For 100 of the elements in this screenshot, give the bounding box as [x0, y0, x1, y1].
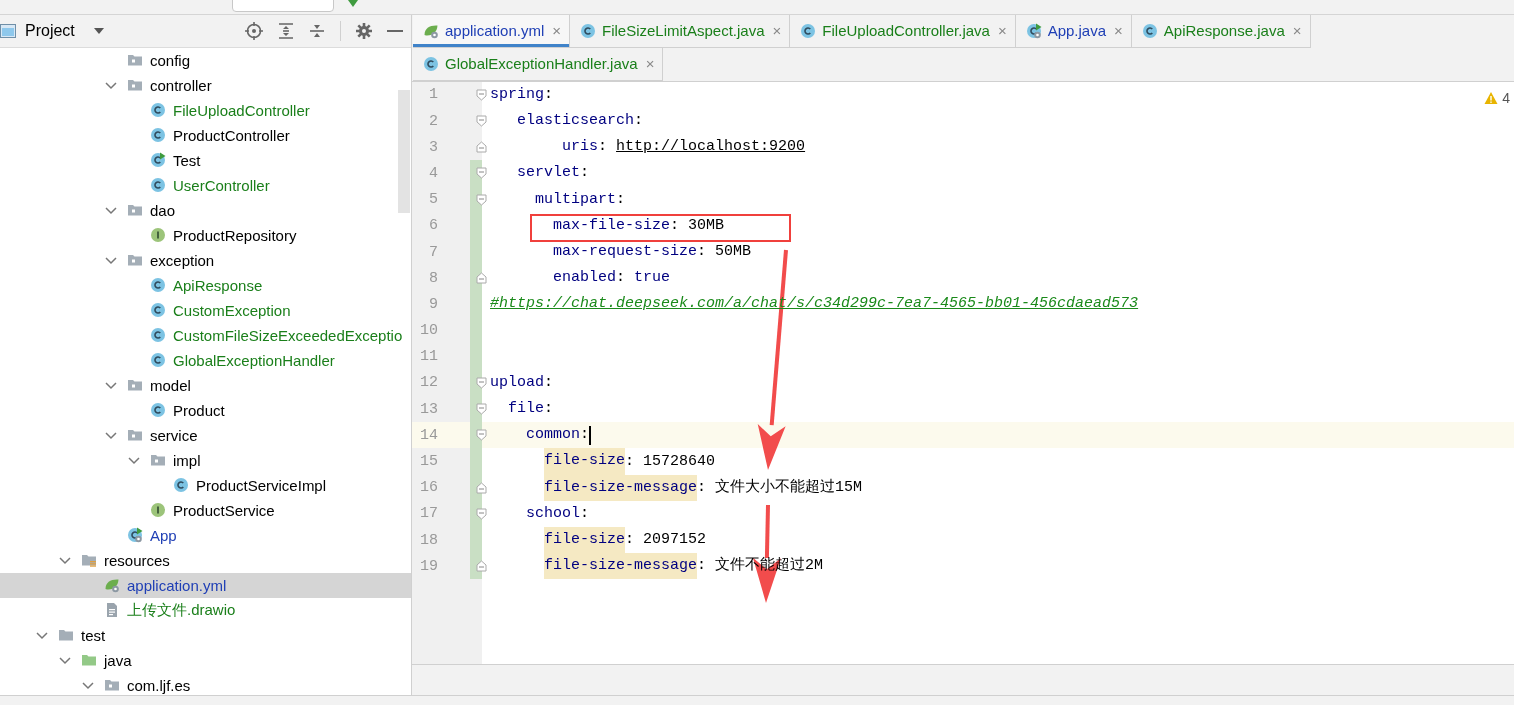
- caret-icon: [92, 26, 105, 35]
- editor-tab[interactable]: GlobalExceptionHandler.java ×: [413, 47, 664, 81]
- tree-item[interactable]: service: [0, 422, 411, 448]
- close-tab-button[interactable]: ×: [552, 22, 561, 40]
- tree-item[interactable]: ProductServiceImpl: [0, 472, 411, 498]
- code-line: servlet:: [517, 164, 590, 183]
- line-number: 14: [419, 426, 438, 444]
- package-folder-icon: [127, 377, 143, 394]
- tree-item[interactable]: controller: [0, 72, 411, 98]
- class-icon: [150, 402, 166, 419]
- editor-tab[interactable]: application.yml ×: [413, 14, 570, 48]
- line-number: 5: [428, 191, 438, 209]
- code-line: common:: [526, 426, 590, 445]
- scrollbar[interactable]: [398, 89, 410, 213]
- tree-item[interactable]: GlobalExceptionHandler: [0, 347, 411, 373]
- line-number: 4: [428, 164, 438, 182]
- tree-item[interactable]: dao: [0, 197, 411, 223]
- class-icon: [150, 177, 166, 194]
- app-class-icon: [1025, 22, 1042, 39]
- code-line: uris: http://localhost:9200: [562, 138, 806, 157]
- document-icon: [104, 602, 120, 619]
- tree-item[interactable]: Product: [0, 397, 411, 423]
- window-icon: [0, 22, 16, 39]
- tree-item[interactable]: model: [0, 372, 411, 398]
- class-icon: [423, 55, 439, 72]
- runnable-class-icon: [150, 152, 166, 169]
- interface-icon: [150, 227, 166, 244]
- tree-item[interactable]: java: [0, 647, 411, 673]
- package-folder-icon: [127, 427, 143, 444]
- code-line: file-size: 2097152: [544, 527, 707, 554]
- code-line: file-size-message: 文件大小不能超过15M: [544, 474, 863, 501]
- editor-tab[interactable]: FileUploadController.java ×: [790, 14, 1016, 48]
- warning-count[interactable]: 4: [1502, 89, 1510, 106]
- line-number: 13: [419, 400, 438, 418]
- warning-icon: [1484, 90, 1499, 105]
- tree-item[interactable]: CustomException: [0, 297, 411, 323]
- package-folder-icon: [127, 202, 143, 219]
- tree-item[interactable]: test: [0, 622, 411, 648]
- class-icon: [150, 302, 166, 319]
- collapse-all-icon: [309, 22, 325, 39]
- line-number: 10: [419, 322, 438, 340]
- interface-icon: [150, 502, 166, 519]
- package-folder-icon: [150, 452, 166, 469]
- class-icon: [150, 352, 166, 369]
- line-number: 2: [428, 112, 438, 130]
- tree-item[interactable]: resources: [0, 547, 411, 573]
- tree-item[interactable]: ProductService: [0, 497, 411, 523]
- package-folder-icon: [127, 77, 143, 94]
- tree-item[interactable]: ProductController: [0, 122, 411, 148]
- code-line: multipart:: [535, 190, 626, 209]
- leaf-icon: [423, 22, 439, 39]
- code-line: file:: [508, 400, 554, 419]
- code-line: max-file-size: 30MB: [553, 216, 725, 235]
- line-number: 17: [419, 505, 438, 523]
- line-number: 6: [428, 217, 438, 235]
- tree-item[interactable]: FileUploadController: [0, 97, 411, 123]
- editor-tab[interactable]: ApiResponse.java ×: [1131, 14, 1311, 48]
- line-number: 19: [419, 557, 438, 575]
- tree-item[interactable]: App: [0, 522, 411, 548]
- line-number: 1: [428, 86, 438, 104]
- editor-tab[interactable]: App.java ×: [1015, 14, 1132, 48]
- code-line: file-size: 15728640: [544, 448, 716, 475]
- line-number: 11: [419, 348, 438, 366]
- line-number: 9: [428, 295, 438, 313]
- expand-all-icon: [278, 22, 294, 39]
- code-line: upload:: [490, 373, 554, 392]
- locate-icon: [245, 21, 263, 40]
- panel-title[interactable]: Project: [25, 21, 75, 40]
- tree-item[interactable]: ProductRepository: [0, 222, 411, 248]
- leaf-icon: [104, 577, 120, 594]
- code-line: elasticsearch:: [517, 112, 644, 131]
- class-icon: [150, 127, 166, 144]
- package-folder-icon: [127, 52, 143, 69]
- settings-icon: [356, 22, 372, 39]
- tree-item[interactable]: 上传文件.drawio: [0, 597, 411, 623]
- resources-folder-icon: [81, 552, 97, 569]
- code-line: max-request-size: 50MB: [553, 243, 752, 261]
- tree-item[interactable]: com.ljf.es: [0, 672, 411, 695]
- line-number: 7: [428, 243, 438, 261]
- class-icon: [150, 277, 166, 294]
- tree-item[interactable]: Test: [0, 147, 411, 173]
- class-icon: [150, 327, 166, 344]
- tree-item[interactable]: UserController: [0, 172, 411, 198]
- line-number: 16: [419, 479, 438, 497]
- class-icon: [173, 477, 189, 494]
- class-icon: [800, 22, 817, 39]
- line-number: 15: [419, 453, 438, 470]
- line-number: 8: [428, 269, 438, 287]
- test-folder-icon: [81, 652, 97, 669]
- tree-item[interactable]: exception: [0, 247, 411, 273]
- folder-icon: [58, 627, 74, 644]
- run-icon[interactable]: [347, 0, 359, 8]
- tree-item[interactable]: ApiResponse: [0, 272, 411, 298]
- minimize-icon: [387, 29, 403, 32]
- tree-item[interactable]: config: [0, 47, 411, 73]
- tree-item[interactable]: CustomFileSizeExceededExceptio: [0, 322, 411, 348]
- class-icon: [150, 102, 166, 119]
- tree-item[interactable]: impl: [0, 447, 411, 473]
- tree-item[interactable]: application.yml: [0, 572, 411, 598]
- editor-tab[interactable]: FileSizeLimitAspect.java ×: [570, 14, 791, 48]
